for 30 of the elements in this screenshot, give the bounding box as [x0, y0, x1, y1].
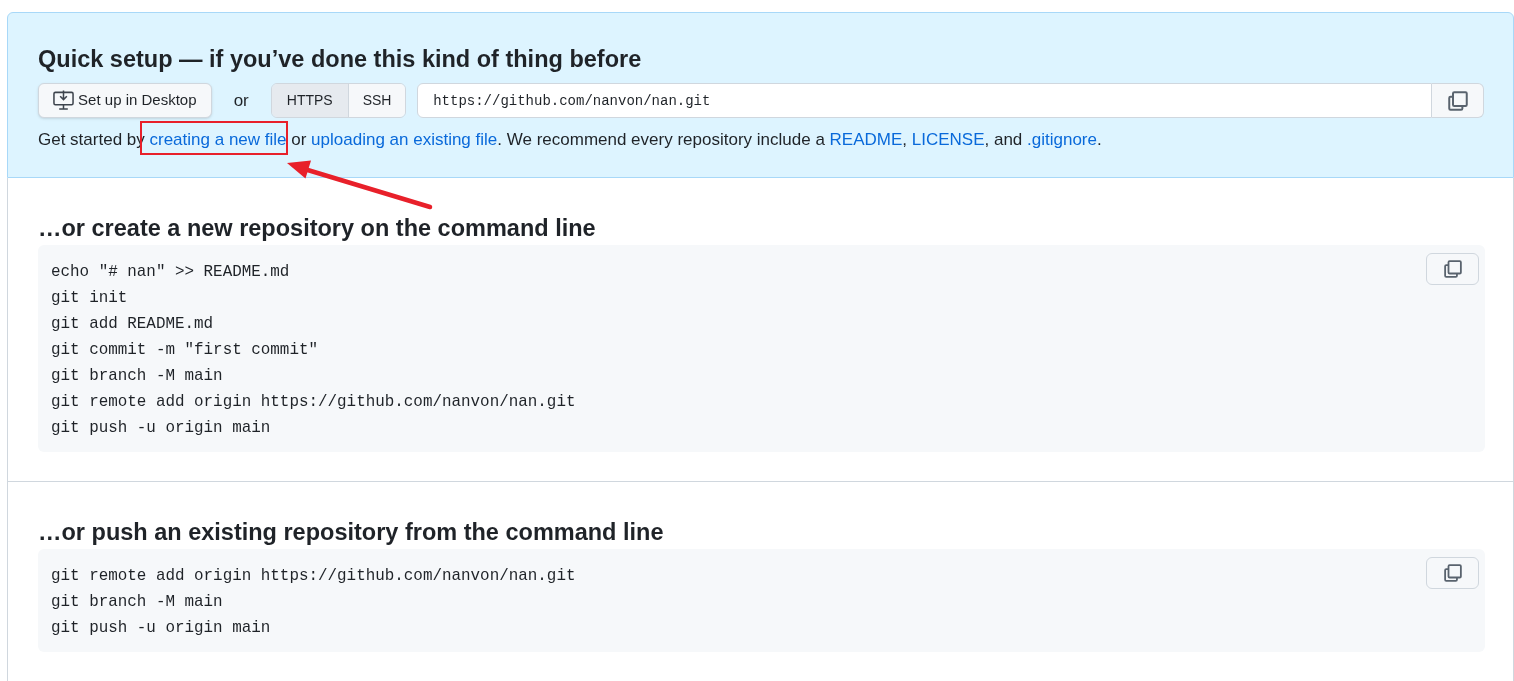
link[interactable]: uploading an existing file: [311, 130, 498, 149]
command-line: git remote add origin https://github.com/nanvon/nan.git: [51, 392, 576, 413]
command-line: git push -u origin main: [51, 618, 271, 639]
link[interactable]: README: [829, 130, 903, 149]
url-field[interactable]: https://github.com/nanvon/nan.git: [417, 83, 1433, 118]
link[interactable]: creating a new file: [149, 130, 287, 149]
copy-button[interactable]: [1426, 253, 1479, 285]
command-line: git remote add origin https://github.com/nanvon/nan.git: [51, 566, 576, 587]
section-heading: Quick setup — if you’ve done this kind of thing before: [38, 45, 643, 74]
section-heading: …or create a new repository on the command line: [38, 214, 597, 243]
command-line: git commit -m "first commit": [51, 340, 318, 361]
desktop-button[interactable]: Set up in Desktop: [38, 83, 212, 118]
command-line: git add README.md: [51, 314, 214, 335]
command-line: git init: [51, 288, 128, 309]
copy-button[interactable]: [1432, 83, 1484, 118]
command-line: echo "# nan" >> README.md: [51, 262, 290, 283]
protocol-tab[interactable]: HTTPS: [271, 84, 348, 117]
copy-button[interactable]: [1426, 557, 1479, 589]
command-line: git push -u origin main: [51, 418, 271, 439]
monitor-download-icon: [53, 90, 75, 111]
command-line: git branch -M main: [51, 366, 223, 387]
link[interactable]: LICENSE: [911, 130, 985, 149]
or-label: or: [233, 89, 249, 112]
command-line: git branch -M main: [51, 592, 223, 613]
link[interactable]: .gitignore: [1027, 130, 1097, 149]
protocol-tab[interactable]: SSH: [347, 84, 406, 117]
section-heading: …or push an existing repository from the command line: [38, 518, 665, 547]
copy-icon: [1443, 260, 1462, 278]
copy-icon: [1443, 564, 1462, 582]
copy-icon: [1447, 90, 1468, 111]
